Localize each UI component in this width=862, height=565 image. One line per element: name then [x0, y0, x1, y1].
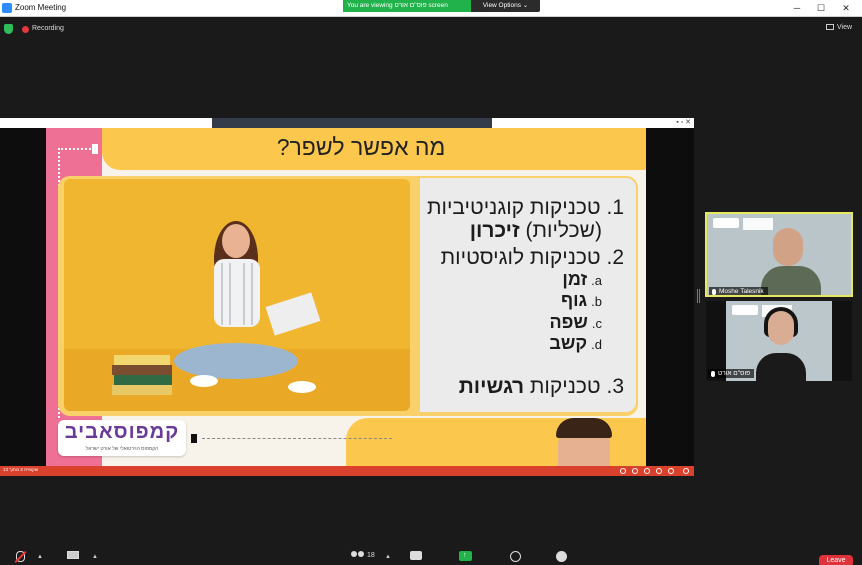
- chat-icon[interactable]: [410, 551, 422, 560]
- bullet-3-bold: רגשיות: [458, 375, 525, 398]
- logo-text: קמפוסאביב: [64, 421, 180, 443]
- shared-window-controls: ▪ ▫ ✕: [676, 119, 691, 126]
- logo-subtitle: הקמפוס הוירטואלי של אורט ישראל: [85, 446, 159, 452]
- dashed-line: [202, 438, 392, 439]
- security-shield-icon[interactable]: [4, 24, 13, 34]
- grid-view-icon: [826, 24, 834, 30]
- bullet-2-text: טכניקות לוגיסטיות: [440, 246, 601, 269]
- slideshow-statusbar: שקופית 3 מתוך 13: [0, 466, 694, 476]
- subitem-a: a.זמן: [562, 269, 602, 290]
- maximize-button[interactable]: ☐: [813, 2, 829, 14]
- audio-options-caret[interactable]: ▲: [37, 554, 43, 560]
- video-tile-ort[interactable]: פוס''ם אורט: [706, 301, 852, 381]
- mic-icon: [711, 371, 715, 377]
- corner-marker: [92, 144, 98, 154]
- bullet-2: 2. טכניקות לוגיסטיות: [441, 246, 624, 270]
- zoom-icon: [2, 3, 12, 13]
- participant-count[interactable]: 18: [367, 552, 375, 559]
- participant-name: פוס''ם אורט: [708, 369, 755, 378]
- slideshow-zoom-icon[interactable]: [656, 468, 662, 474]
- participant-body: [761, 266, 821, 295]
- bullet-1-number: 1.: [606, 196, 624, 219]
- panel-resize-handle[interactable]: [697, 289, 700, 303]
- student-illustration: [112, 221, 321, 395]
- bullet-1-line2: (שכליות) זיכרון: [470, 219, 602, 243]
- background-logo: [732, 305, 758, 315]
- subitem-c-text: שפה: [549, 312, 588, 332]
- slideshow-pen-icon[interactable]: [632, 468, 638, 474]
- record-icon[interactable]: [510, 551, 521, 562]
- subitem-a-text: זמן: [562, 269, 588, 289]
- view-options-button[interactable]: View Options ⌄: [471, 0, 540, 12]
- slideshow-prev-icon[interactable]: [620, 468, 626, 474]
- dotted-line-horizontal: [58, 148, 94, 150]
- participant-head: [768, 311, 794, 345]
- subitem-b-text: גוף: [560, 290, 588, 310]
- bullet-1-line2-bold: זיכרון: [469, 219, 520, 242]
- boy-hair: [556, 418, 612, 438]
- bullet-1-text: טכניקות קוגניטיביות: [427, 196, 601, 219]
- subitem-b-marker: b.: [591, 294, 602, 309]
- subitem-c-marker: c.: [591, 316, 602, 331]
- viewing-banner: You are viewing פוס''ם אורט screen: [343, 0, 471, 12]
- presentation-slide[interactable]: מה אפשר לשפר? 1. טכניקות קוגניטיביות (שכ…: [46, 128, 646, 466]
- share-screen-icon[interactable]: ↑: [459, 551, 472, 561]
- video-options-caret[interactable]: ▲: [92, 554, 98, 560]
- participant-body: [756, 353, 806, 381]
- student-photo: [64, 179, 410, 411]
- subitem-a-marker: a.: [591, 273, 602, 288]
- slideshow-grid-icon[interactable]: [644, 468, 650, 474]
- recording-icon: [22, 26, 29, 33]
- background-education-logo: [743, 218, 773, 230]
- view-label: View: [837, 24, 853, 31]
- participant-name-text: Moshe Talesnik: [719, 288, 764, 295]
- bullet-3: 3. טכניקות רגשיות: [459, 375, 624, 399]
- slide-counter: שקופית 3 מתוך 13: [3, 467, 39, 472]
- subitem-d-marker: d.: [591, 337, 602, 352]
- participant-name: Moshe Talesnik: [709, 287, 768, 295]
- bullet-1: 1. טכניקות קוגניטיביות: [427, 196, 624, 220]
- video-tile-moshe[interactable]: Moshe Talesnik: [705, 212, 853, 297]
- campus-logo: קמפוסאביב הקמפוס הוירטואלי של אורט ישראל: [58, 420, 186, 456]
- participants-icon[interactable]: [351, 551, 365, 560]
- shared-window-titlebar: ▪ ▫ ✕: [0, 118, 694, 128]
- slide-title: מה אפשר לשפר?: [276, 134, 446, 160]
- bullet-3-number: 3.: [606, 375, 624, 398]
- shared-margin-left: [0, 128, 46, 466]
- bullet-1-line2-prefix: (שכליות): [519, 219, 602, 242]
- subitem-d-text: קשב: [549, 333, 588, 353]
- close-button[interactable]: ✕: [838, 2, 854, 14]
- participants-caret[interactable]: ▲: [385, 554, 391, 560]
- background-logo: [713, 218, 739, 228]
- view-button[interactable]: View: [826, 24, 852, 31]
- video-camera-icon[interactable]: [67, 551, 79, 559]
- recording-label[interactable]: Recording: [32, 25, 64, 32]
- minimize-button[interactable]: ─: [789, 2, 805, 14]
- window-title: Zoom Meeting: [15, 3, 67, 12]
- slideshow-menu-icon[interactable]: [668, 468, 674, 474]
- subitem-c: c.שפה: [549, 312, 602, 333]
- boy-head-image: [556, 418, 612, 466]
- bullet-3-prefix: טכניקות: [524, 375, 601, 398]
- shared-window-tab: [212, 118, 492, 128]
- participant-name-text: פוס''ם אורט: [718, 370, 751, 377]
- zoom-window: Zoom Meeting You are viewing פוס''ם אורט…: [0, 0, 862, 565]
- subitem-b: b.גוף: [561, 290, 602, 311]
- slideshow-next-icon[interactable]: [683, 468, 689, 474]
- logo-marker: [191, 434, 197, 443]
- subitem-d: d.קשב: [549, 333, 602, 354]
- participant-head: [773, 228, 803, 266]
- bullet-2-number: 2.: [606, 246, 624, 269]
- leave-button[interactable]: Leave: [819, 555, 853, 565]
- mic-icon: [712, 289, 716, 295]
- shared-margin-right: [646, 128, 694, 466]
- reactions-icon[interactable]: [556, 551, 567, 562]
- title-bar: Zoom Meeting You are viewing פוס''ם אורט…: [0, 0, 862, 17]
